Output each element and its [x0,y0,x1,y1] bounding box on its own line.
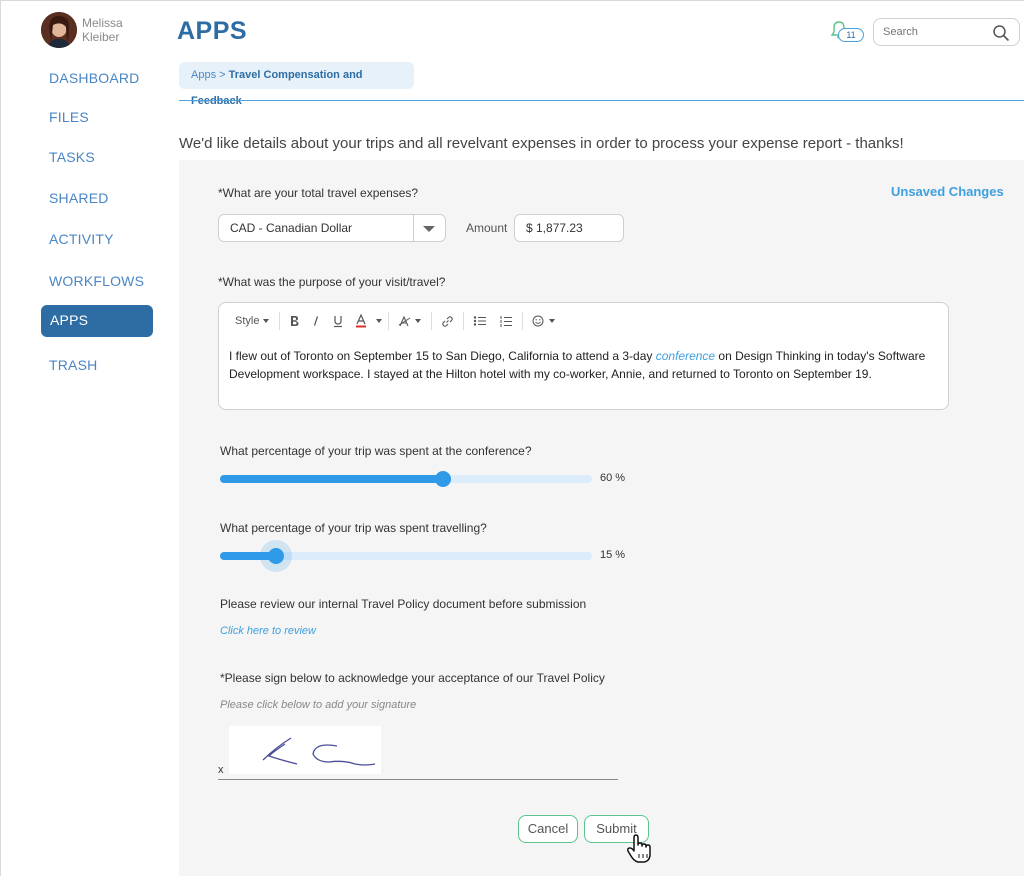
caret-down-icon [549,319,556,323]
policy-review-link[interactable]: Click here to review [220,625,316,637]
link-button[interactable] [435,311,460,331]
caret-down-icon [263,319,270,323]
caret-down-icon [376,319,383,323]
currency-select[interactable]: CAD - Canadian Dollar [218,214,446,242]
breadcrumb: Apps > Travel Compensation and Feedback [179,62,414,107]
search-icon[interactable] [992,24,1010,42]
bold-button[interactable] [283,311,305,331]
search-box[interactable] [873,18,1020,46]
clear-format-button[interactable] [392,311,428,331]
bullet-list-icon [474,316,487,326]
travelling-slider[interactable] [220,540,592,572]
emoji-button[interactable] [526,311,562,331]
signature-line [218,779,618,780]
numbered-list-button[interactable] [493,311,519,331]
editor-toolbar: Style [229,311,562,331]
purpose-rich-text-editor[interactable]: Style I flew out of Toronto on September… [218,302,949,410]
sidebar-item-trash[interactable]: TRASH [49,357,97,373]
text-color-button[interactable] [349,311,373,331]
hand-pointer-cursor-icon [626,834,654,869]
user-name: Melissa Kleiber [82,16,123,44]
signature-image [262,737,376,766]
slider-thumb[interactable] [267,548,284,564]
policy-text: Please review our internal Travel Policy… [220,597,587,611]
italic-icon [314,316,319,326]
toolbar-divider [522,312,524,330]
italic-button[interactable] [305,311,327,331]
sidebar-item-activity[interactable]: ACTIVITY [49,231,114,247]
breadcrumb-separator: > [219,69,226,81]
conference-percent: 60 % [600,472,626,484]
question-purpose: *What was the purpose of your visit/trav… [218,275,446,289]
travelling-percent: 15 % [600,549,626,561]
chevron-down-icon[interactable] [423,226,435,232]
signature-x-marker: x [218,764,224,776]
text-color-dropdown[interactable] [373,311,385,331]
question-expenses: *What are your total travel expenses? [218,186,419,200]
cancel-button[interactable]: Cancel [518,815,578,843]
page-title: APPS [177,17,248,45]
emoji-icon [532,315,544,327]
underline-icon [334,315,343,327]
select-divider [413,215,414,241]
sidebar-item-workflows[interactable]: WORKFLOWS [49,273,144,289]
style-dropdown[interactable]: Style [229,311,276,331]
currency-select-value: CAD - Canadian Dollar [230,221,353,235]
toolbar-divider [431,312,433,330]
unsaved-changes-status: Unsaved Changes [891,184,1004,199]
slider-fill [220,475,444,483]
question-travelling: What percentage of your trip was spent t… [220,521,487,535]
search-input[interactable] [883,19,993,45]
user-profile[interactable]: Melissa Kleiber [41,12,123,48]
sidebar-item-shared[interactable]: SHARED [49,190,109,206]
sign-hint: Please click below to add your signature [220,699,417,711]
toolbar-divider [463,312,465,330]
numbered-list-icon [500,316,513,327]
font-color-icon [356,314,367,328]
conference-link[interactable]: conference [656,349,715,363]
amount-label: Amount [466,221,508,235]
sidebar-item-apps[interactable]: APPS [41,305,153,337]
toolbar-divider [279,312,281,330]
bullet-list-button[interactable] [467,311,493,331]
intro-text: We'd like details about your trips and a… [179,135,904,152]
question-conference: What percentage of your trip was spent a… [220,444,532,458]
bold-icon [291,316,299,326]
avatar-image [41,12,77,48]
signature-pad[interactable] [229,726,381,774]
clear-format-icon [399,315,411,327]
header-divider [179,100,1024,101]
sidebar-item-files[interactable]: FILES [49,109,89,125]
conference-slider[interactable] [220,471,592,487]
purpose-text[interactable]: I flew out of Toronto on September 15 to… [229,347,929,383]
sidebar-item-dashboard[interactable]: DASHBOARD [49,70,139,86]
underline-button[interactable] [327,311,349,331]
avatar[interactable] [41,12,77,48]
amount-input[interactable] [514,214,624,242]
link-icon [442,315,454,327]
breadcrumb-root[interactable]: Apps [191,69,216,81]
notification-badge[interactable]: 11 [838,28,864,42]
sign-label: *Please sign below to acknowledge your a… [220,671,605,685]
sidebar-item-tasks[interactable]: TASKS [49,149,95,165]
toolbar-divider [388,312,390,330]
caret-down-icon [415,319,422,323]
